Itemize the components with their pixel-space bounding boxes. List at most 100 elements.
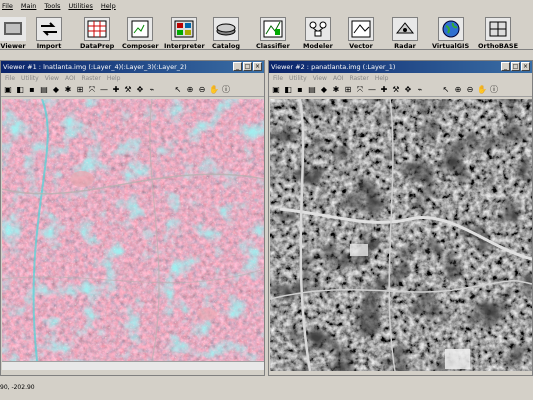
- radar-label: Radar: [394, 42, 416, 50]
- pan-hand-icon[interactable]: ✋: [477, 85, 487, 95]
- interpreter-button[interactable]: Interpreter: [164, 14, 205, 50]
- chart-icon[interactable]: ⌁: [415, 85, 425, 95]
- dataprep-button[interactable]: DataPrep: [80, 14, 114, 50]
- cross-icon[interactable]: ✚: [379, 85, 389, 95]
- chart-icon[interactable]: ⌁: [147, 85, 157, 95]
- viewer-2-window: Viewer #2 : panatlanta.img (:Layer_1) _ …: [268, 60, 533, 376]
- layer-icon[interactable]: ◧: [283, 85, 293, 95]
- viewer-1-horizontal-scrollbar[interactable]: [2, 361, 264, 370]
- menu-main[interactable]: Main: [21, 2, 37, 10]
- vector-icon: [348, 17, 374, 41]
- menu-file[interactable]: File: [2, 2, 13, 10]
- viewer-2-image-canvas[interactable]: [270, 99, 532, 371]
- pan-hand-icon[interactable]: ✋: [209, 85, 219, 95]
- panchromatic-satellite-image: [270, 99, 532, 371]
- save-icon[interactable]: ▪: [295, 85, 305, 95]
- composer-button[interactable]: Composer: [122, 14, 159, 50]
- viewer-1-menu-utility[interactable]: Utility: [21, 75, 39, 82]
- zoom-in-icon[interactable]: ⊕: [185, 85, 195, 95]
- viewer-1-menu-view[interactable]: View: [45, 75, 59, 82]
- maximize-button[interactable]: □: [243, 62, 252, 71]
- crosshair-icon[interactable]: ✱: [331, 85, 341, 95]
- orthobase-button[interactable]: OrthoBASE: [478, 14, 518, 50]
- menu-bar: File Main Tools Utilities Help: [0, 0, 533, 11]
- orthobase-icon: [485, 17, 512, 41]
- fit-icon[interactable]: ⊞: [343, 85, 353, 95]
- viewer-button[interactable]: Viewer: [0, 14, 26, 50]
- viewer-1-menu-help[interactable]: Help: [107, 75, 121, 82]
- main-toolbar: Viewer Import DataPrep Composer Interpre…: [0, 11, 533, 50]
- orthobase-label: OrthoBASE: [478, 42, 519, 50]
- hammer-icon[interactable]: ⚒: [123, 85, 133, 95]
- classifier-label: Classifier: [256, 42, 290, 50]
- vector-label: Vector: [349, 42, 373, 50]
- import-arrows-icon: [36, 17, 62, 41]
- viewer-1-titlebar[interactable]: Viewer #1 : lnatlanta.img (:Layer_4)(:La…: [1, 61, 264, 73]
- modeler-flow-icon: [304, 17, 331, 41]
- info-icon[interactable]: ⓘ: [489, 85, 499, 95]
- layer-icon[interactable]: ◧: [15, 85, 25, 95]
- fit-icon[interactable]: ⊞: [75, 85, 85, 95]
- open-folder-icon[interactable]: ▣: [3, 85, 13, 95]
- minimize-button[interactable]: _: [233, 62, 242, 71]
- modeler-button[interactable]: Modeler: [303, 14, 333, 50]
- viewer-2-menu-help[interactable]: Help: [375, 75, 389, 82]
- radar-icon: [392, 17, 418, 41]
- hammer-icon[interactable]: ⚒: [391, 85, 401, 95]
- roam-icon[interactable]: ✥: [135, 85, 145, 95]
- viewer-1-image-canvas[interactable]: [2, 99, 264, 361]
- viewer-1-menu-aoi[interactable]: AOI: [65, 75, 76, 82]
- viewer-2-menu-aoi[interactable]: AOI: [333, 75, 344, 82]
- zoom-extent-icon[interactable]: ⤧: [87, 85, 97, 95]
- pointer-icon[interactable]: ↖: [173, 85, 183, 95]
- menu-utilities[interactable]: Utilities: [68, 2, 92, 10]
- save-icon[interactable]: ▪: [27, 85, 37, 95]
- virtualgis-button[interactable]: VirtualGIS: [432, 14, 469, 50]
- eraser-icon[interactable]: ◆: [319, 85, 329, 95]
- dataprep-label: DataPrep: [80, 42, 115, 50]
- viewer-2-menu-view[interactable]: View: [313, 75, 327, 82]
- minimize-button[interactable]: _: [501, 62, 510, 71]
- composer-label: Composer: [122, 42, 159, 50]
- line-icon[interactable]: —: [99, 85, 109, 95]
- info-icon[interactable]: ⓘ: [221, 85, 231, 95]
- catalog-disk-icon: [213, 17, 239, 41]
- viewer-1-menu-raster[interactable]: Raster: [81, 75, 100, 82]
- crosshair-icon[interactable]: ✱: [63, 85, 73, 95]
- viewer-2-menu-file[interactable]: File: [273, 75, 283, 82]
- viewer-2-menu-raster[interactable]: Raster: [349, 75, 368, 82]
- import-label: Import: [36, 42, 62, 50]
- close-button[interactable]: ×: [253, 62, 262, 71]
- composer-map-icon: [127, 17, 154, 41]
- menu-help[interactable]: Help: [101, 2, 116, 10]
- catalog-button[interactable]: Catalog: [212, 14, 240, 50]
- zoom-extent-icon[interactable]: ⤧: [355, 85, 365, 95]
- zoom-out-icon[interactable]: ⊖: [465, 85, 475, 95]
- pointer-icon[interactable]: ↖: [441, 85, 451, 95]
- zoom-out-icon[interactable]: ⊖: [197, 85, 207, 95]
- viewer-2-titlebar[interactable]: Viewer #2 : panatlanta.img (:Layer_1) _ …: [269, 61, 532, 73]
- line-icon[interactable]: —: [367, 85, 377, 95]
- modeler-label: Modeler: [303, 42, 333, 50]
- cross-icon[interactable]: ✚: [111, 85, 121, 95]
- open-folder-icon[interactable]: ▣: [271, 85, 281, 95]
- viewer-1-menu-file[interactable]: File: [5, 75, 15, 82]
- vector-button[interactable]: Vector: [348, 14, 374, 50]
- import-button[interactable]: Import: [36, 14, 62, 50]
- close-button[interactable]: ×: [521, 62, 530, 71]
- classifier-button[interactable]: Classifier: [256, 14, 290, 50]
- viewer-1-window: Viewer #1 : lnatlanta.img (:Layer_4)(:La…: [0, 60, 265, 376]
- zoom-in-icon[interactable]: ⊕: [453, 85, 463, 95]
- viewer-icon: [0, 17, 26, 41]
- radar-button[interactable]: Radar: [392, 14, 418, 50]
- eraser-icon[interactable]: ◆: [51, 85, 61, 95]
- classifier-icon: [259, 17, 286, 41]
- viewer-1-toolbar: ▣ ◧ ▪ ▤ ◆ ✱ ⊞ ⤧ — ✚ ⚒ ✥ ⌁ ↖ ⊕ ⊖ ✋ ⓘ: [1, 83, 264, 97]
- print-icon[interactable]: ▤: [39, 85, 49, 95]
- viewer-2-menu-utility[interactable]: Utility: [289, 75, 307, 82]
- menu-tools[interactable]: Tools: [44, 2, 60, 10]
- print-icon[interactable]: ▤: [307, 85, 317, 95]
- roam-icon[interactable]: ✥: [403, 85, 413, 95]
- maximize-button[interactable]: □: [511, 62, 520, 71]
- viewer-1-menu: File Utility View AOI Raster Help: [1, 73, 264, 83]
